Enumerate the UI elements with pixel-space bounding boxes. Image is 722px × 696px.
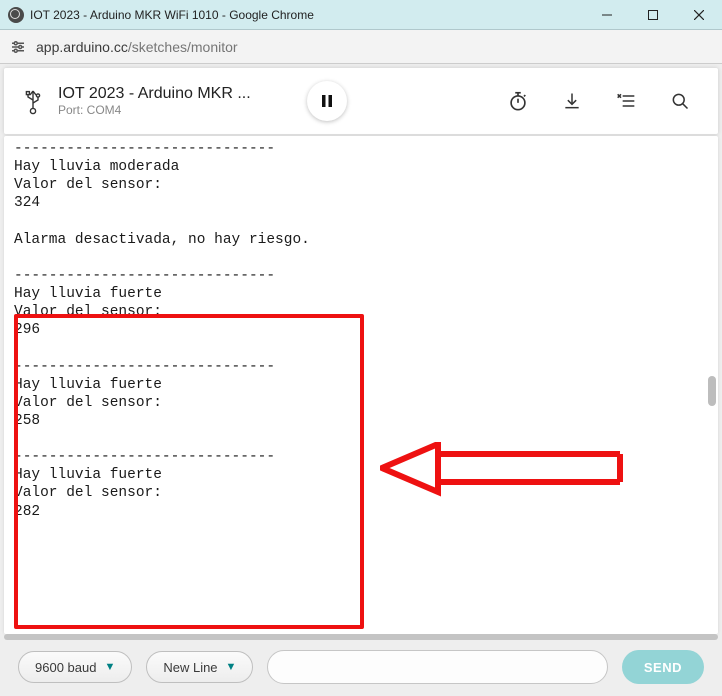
pause-button[interactable] xyxy=(307,81,347,121)
port-label: Port: COM4 xyxy=(58,103,251,117)
maximize-icon xyxy=(648,10,658,20)
sketch-title: IOT 2023 - Arduino MKR ... xyxy=(58,84,251,103)
browser-address-bar: app.arduino.cc/sketches/monitor xyxy=(0,30,722,64)
usb-icon xyxy=(22,87,44,115)
url-host: app.arduino.cc xyxy=(36,39,128,55)
scrollbar-thumb[interactable] xyxy=(708,376,716,406)
timestamp-button[interactable] xyxy=(498,81,538,121)
minimize-icon xyxy=(602,10,612,20)
search-icon xyxy=(670,91,690,111)
close-button[interactable] xyxy=(676,0,722,29)
window-title: IOT 2023 - Arduino MKR WiFi 1010 - Googl… xyxy=(30,8,584,22)
line-ending-label: New Line xyxy=(163,660,217,675)
site-settings-icon[interactable] xyxy=(8,37,28,57)
caret-down-icon: ▼ xyxy=(226,661,237,673)
maximize-button[interactable] xyxy=(630,0,676,29)
caret-down-icon: ▼ xyxy=(104,661,115,673)
pause-icon xyxy=(319,93,335,109)
bottom-controls: 9600 baud ▼ New Line ▼ SEND xyxy=(4,642,718,692)
clear-icon xyxy=(616,91,636,111)
search-button[interactable] xyxy=(660,81,700,121)
favicon-icon xyxy=(8,7,24,23)
baud-select[interactable]: 9600 baud ▼ xyxy=(18,651,132,683)
send-input[interactable] xyxy=(267,650,607,684)
sketch-title-block: IOT 2023 - Arduino MKR ... Port: COM4 xyxy=(58,84,251,118)
download-icon xyxy=(562,91,582,111)
url-display[interactable]: app.arduino.cc/sketches/monitor xyxy=(36,39,238,55)
panel-divider[interactable] xyxy=(4,634,718,640)
line-ending-select[interactable]: New Line ▼ xyxy=(146,651,253,683)
window-buttons xyxy=(584,0,722,29)
console-scrollbar[interactable] xyxy=(702,136,718,634)
clear-button[interactable] xyxy=(606,81,646,121)
download-button[interactable] xyxy=(552,81,592,121)
minimize-button[interactable] xyxy=(584,0,630,29)
send-button[interactable]: SEND xyxy=(622,650,704,684)
monitor-toolbar: IOT 2023 - Arduino MKR ... Port: COM4 xyxy=(4,68,718,134)
page: IOT 2023 - Arduino MKR ... Port: COM4 xyxy=(0,64,722,696)
window-titlebar: IOT 2023 - Arduino MKR WiFi 1010 - Googl… xyxy=(0,0,722,30)
serial-console: ------------------------------ Hay lluvi… xyxy=(4,136,718,634)
console-output[interactable]: ------------------------------ Hay lluvi… xyxy=(4,136,718,634)
stopwatch-icon xyxy=(507,90,529,112)
url-path: /sketches/monitor xyxy=(128,39,238,55)
baud-label: 9600 baud xyxy=(35,660,96,675)
close-icon xyxy=(694,10,704,20)
